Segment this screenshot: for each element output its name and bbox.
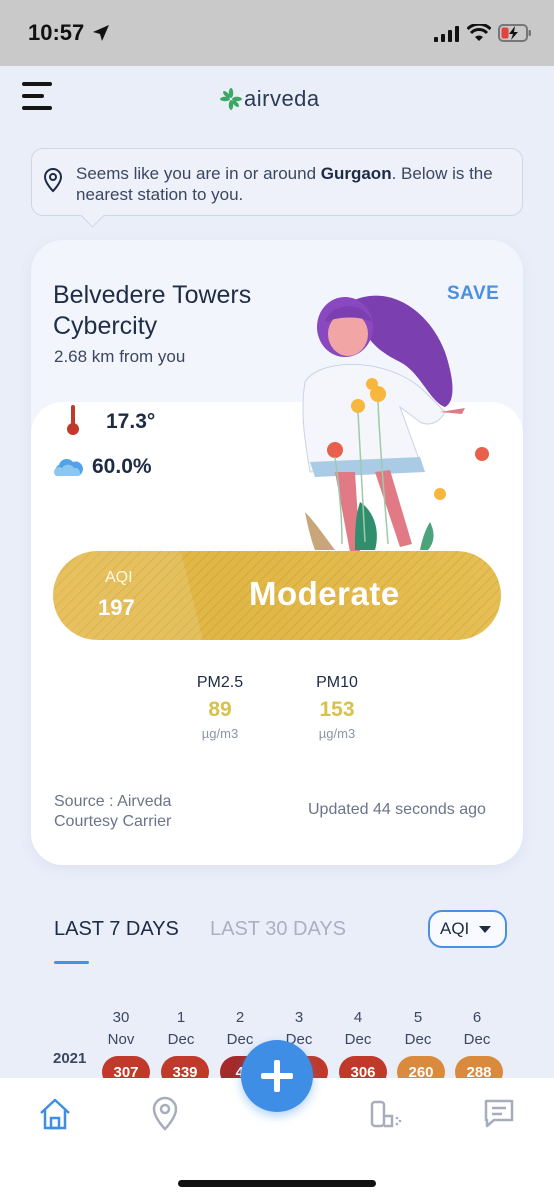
tab-last-7-days[interactable]: LAST 7 DAYS <box>54 918 179 941</box>
logo-text: airveda <box>244 86 320 111</box>
history-day: 4 Dec <box>344 1009 372 1048</box>
pm10-block: PM10 153 µg/m3 <box>287 674 387 741</box>
wifi-icon <box>467 24 491 41</box>
history-day: 1 Dec <box>167 1009 195 1048</box>
pollutant-name: PM10 <box>316 674 358 691</box>
aqi-label: AQI <box>105 569 133 586</box>
aqi-value: 197 <box>98 595 135 620</box>
updated-time: Updated 44 seconds ago <box>308 801 486 818</box>
pm25-block: PM2.5 89 µg/m3 <box>170 674 270 741</box>
station-distance: 2.68 km from you <box>54 347 186 366</box>
metric-dropdown-value: AQI <box>440 919 470 938</box>
location-pin-icon[interactable] <box>150 1096 180 1132</box>
cloud-icon <box>54 458 83 476</box>
humidity-value: 60.0% <box>92 455 152 478</box>
chat-icon[interactable] <box>482 1096 516 1130</box>
location-pin-icon <box>43 167 63 193</box>
status-time: 10:57 <box>28 20 85 45</box>
inhaler-icon[interactable] <box>368 1096 404 1132</box>
temperature-row: 17.3° <box>66 404 155 436</box>
aqi-category: Moderate <box>249 575 400 612</box>
metric-dropdown[interactable]: AQI <box>428 910 507 948</box>
active-tab-indicator <box>54 961 89 964</box>
tab-last-30-days[interactable]: LAST 30 DAYS <box>210 918 346 941</box>
cellular-signal-icon <box>434 26 459 42</box>
banner-city: Gurgaon <box>320 164 392 183</box>
humidity-row: 60.0% <box>52 455 152 479</box>
data-source: Source : Airveda Courtesy Carrier <box>54 793 172 830</box>
history-day: 5 Dec <box>404 1009 432 1048</box>
history-day: 6 Dec <box>463 1009 491 1048</box>
hamburger-menu-button[interactable] <box>22 82 56 112</box>
girl-with-flowers-illustration <box>302 295 489 552</box>
history-year: 2021 <box>53 1050 87 1067</box>
home-indicator <box>178 1180 376 1187</box>
caret-down-icon <box>479 925 492 933</box>
battery-charging-icon <box>498 24 531 42</box>
pollutant-name: PM2.5 <box>196 674 244 691</box>
leaf-logo-icon <box>220 88 242 110</box>
aqi-indicator: AQI 197 Moderate <box>53 551 501 640</box>
pollutant-unit: µg/m3 <box>318 726 356 741</box>
station-name: Belvedere Towers Cybercity <box>53 281 252 340</box>
pollutant-unit: µg/m3 <box>201 726 239 741</box>
thermometer-icon <box>67 405 79 435</box>
app-logo: airveda <box>220 86 320 112</box>
history-day: 30 Nov <box>107 1009 135 1048</box>
status-bar: 10:57 <box>0 0 554 66</box>
pollutant-value: 153 <box>319 698 355 721</box>
banner-message: Seems like you are in or around Gurgaon.… <box>76 164 493 204</box>
add-button[interactable] <box>241 1040 313 1112</box>
home-icon[interactable] <box>37 1096 73 1132</box>
nearest-station-banner: Seems like you are in or around Gurgaon.… <box>31 148 523 216</box>
location-arrow-icon <box>93 25 109 41</box>
temperature-value: 17.3° <box>106 410 156 433</box>
pollutant-value: 89 <box>208 698 232 721</box>
